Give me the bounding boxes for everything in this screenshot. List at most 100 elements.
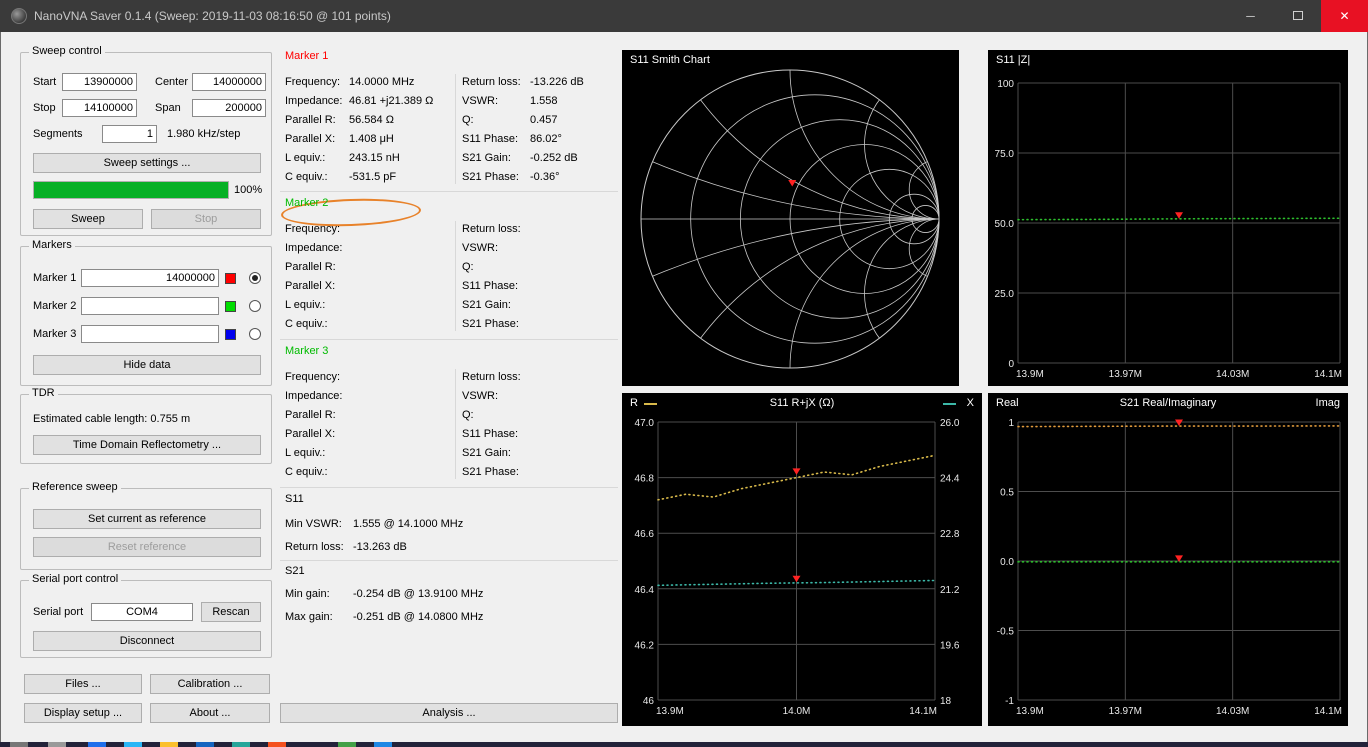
- marker2-details-title: Marker 2: [285, 197, 329, 209]
- taskbar-icon[interactable]: [10, 742, 28, 747]
- s11-smith-chart[interactable]: S11 Smith Chart: [622, 50, 959, 386]
- s21-real-imag-chart[interactable]: Real S21 Real/Imaginary Imag 1 0.5 0.0 -0.5…: [988, 393, 1348, 726]
- data-row: Frequency:: [285, 367, 455, 386]
- marker1-radio[interactable]: [249, 272, 261, 284]
- maximize-button[interactable]: [1274, 0, 1321, 32]
- data-row: S11 Phase:: [462, 276, 618, 295]
- y-tick-label: 75.0: [995, 149, 1015, 160]
- files-button[interactable]: Files ...: [24, 674, 142, 694]
- y-tick-label: 46.6: [635, 529, 655, 540]
- taskbar-icon[interactable]: [124, 742, 142, 747]
- data-row: C equiv.: -531.5 pF: [285, 167, 455, 186]
- display-setup-button[interactable]: Display setup ...: [24, 703, 142, 723]
- data-row: Frequency: 14.0000 MHz: [285, 72, 455, 91]
- reset-reference-button[interactable]: Reset reference: [33, 537, 261, 557]
- app-window: NanoVNA Saver 0.1.4 (Sweep: 2019-11-03 0…: [0, 0, 1368, 747]
- rescan-button[interactable]: Rescan: [201, 602, 261, 622]
- analysis-button[interactable]: Analysis ...: [280, 703, 618, 723]
- taskbar-icon[interactable]: [268, 742, 286, 747]
- marker2-input[interactable]: [81, 297, 219, 315]
- row-label: Max gain:: [285, 610, 333, 623]
- taskbar-icon[interactable]: [196, 742, 214, 747]
- stop-input[interactable]: [62, 99, 137, 117]
- row-label: VSWR:: [462, 94, 499, 107]
- reference-sweep-title: Reference sweep: [29, 481, 121, 493]
- marker3-radio[interactable]: [249, 328, 261, 340]
- about-button[interactable]: About ...: [150, 703, 270, 723]
- minimize-icon: ─: [1246, 9, 1255, 23]
- s11-rjx-chart[interactable]: R S11 R+jX (Ω) X 47.0 46.8 46.6 46.4 46.2 46 2…: [622, 393, 982, 726]
- marker1-details-title: Marker 1: [285, 50, 329, 62]
- segments-input[interactable]: [102, 125, 157, 143]
- data-row: Parallel X:: [285, 276, 455, 295]
- s11-z-chart[interactable]: S11 |Z| 100 75.0 50.0 25.0 0 13.9M 13.97M 14.03…: [988, 50, 1348, 386]
- x-tick-label: 14.1M: [1314, 706, 1342, 717]
- set-reference-button[interactable]: Set current as reference: [33, 509, 261, 529]
- row-label: Impedance:: [285, 389, 343, 402]
- marker2-color-swatch[interactable]: [225, 301, 236, 312]
- title-bar[interactable]: NanoVNA Saver 0.1.4 (Sweep: 2019-11-03 0…: [0, 0, 1368, 32]
- marker3-color-swatch[interactable]: [225, 329, 236, 340]
- y-tick-label: 46: [643, 696, 655, 707]
- sweep-settings-button[interactable]: Sweep settings ...: [33, 153, 261, 173]
- span-input[interactable]: [192, 99, 266, 117]
- marker1-input[interactable]: [81, 269, 219, 287]
- taskbar-icon[interactable]: [160, 742, 178, 747]
- reference-sweep-group: Reference sweep Set current as reference…: [20, 481, 272, 570]
- column-divider: [455, 74, 456, 184]
- data-row: Frequency:: [285, 219, 455, 238]
- row-label: L equiv.:: [285, 298, 326, 311]
- row-label: Parallel R:: [285, 113, 336, 126]
- stop-button[interactable]: Stop: [151, 209, 261, 229]
- taskbar-icon[interactable]: [232, 742, 250, 747]
- markers-title: Markers: [29, 239, 75, 251]
- disconnect-button[interactable]: Disconnect: [33, 631, 261, 651]
- sweep-control-title: Sweep control: [29, 45, 105, 57]
- row-label: Return loss:: [462, 370, 521, 383]
- taskbar-icon[interactable]: [338, 742, 356, 747]
- taskbar-icon[interactable]: [88, 742, 106, 747]
- row-value: -13.263 dB: [353, 540, 407, 553]
- sweep-progress-bar: [33, 181, 229, 199]
- row-value: -0.252 dB: [530, 151, 578, 164]
- maximize-icon: [1292, 11, 1303, 20]
- row-label: VSWR:: [462, 241, 499, 254]
- marker1-color-swatch[interactable]: [225, 273, 236, 284]
- calibration-button[interactable]: Calibration ...: [150, 674, 270, 694]
- row-value: 0.457: [530, 113, 558, 126]
- marker3-input[interactable]: [81, 325, 219, 343]
- serial-port-input[interactable]: [91, 603, 193, 621]
- hide-data-button[interactable]: Hide data: [33, 355, 261, 375]
- data-row: Q:: [462, 257, 618, 276]
- x-tick-label: 13.9M: [656, 706, 684, 717]
- column-divider: [455, 369, 456, 479]
- row-value: 1.555 @ 14.1000 MHz: [353, 517, 464, 530]
- center-input[interactable]: [192, 73, 266, 91]
- row-label: Min VSWR:: [285, 517, 342, 530]
- row-label: L equiv.:: [285, 446, 326, 459]
- data-row: C equiv.:: [285, 462, 455, 481]
- tdr-button[interactable]: Time Domain Reflectometry ...: [33, 435, 261, 455]
- data-row: S21 Phase: -0.36°: [462, 167, 618, 186]
- data-row: Impedance:: [285, 238, 455, 257]
- cable-length-text: Estimated cable length: 0.755 m: [33, 413, 191, 425]
- taskbar-icon[interactable]: [48, 742, 66, 747]
- y-tick-label: 1: [1008, 418, 1014, 429]
- taskbar-icon[interactable]: [374, 742, 392, 747]
- data-row: Q:: [462, 405, 618, 424]
- windows-taskbar[interactable]: [0, 742, 1368, 747]
- row-label: S21 Phase:: [462, 170, 519, 183]
- data-row: L equiv.:: [285, 443, 455, 462]
- y-tick-label: 100: [997, 79, 1014, 90]
- x-tick-label: 14.03M: [1216, 369, 1249, 380]
- step-size-text: 1.980 kHz/step: [167, 128, 241, 140]
- row-value: -0.254 dB @ 13.9100 MHz: [353, 587, 484, 600]
- data-row: S21 Gain:: [462, 443, 618, 462]
- close-button[interactable]: ✕: [1321, 0, 1368, 32]
- marker2-radio[interactable]: [249, 300, 261, 312]
- start-input[interactable]: [62, 73, 137, 91]
- data-row: Impedance:: [285, 386, 455, 405]
- minimize-button[interactable]: ─: [1227, 0, 1274, 32]
- marker-data-panel: Marker 1 Frequency: 14.0000 MHz Impedance…: [280, 0, 618, 742]
- sweep-button[interactable]: Sweep: [33, 209, 143, 229]
